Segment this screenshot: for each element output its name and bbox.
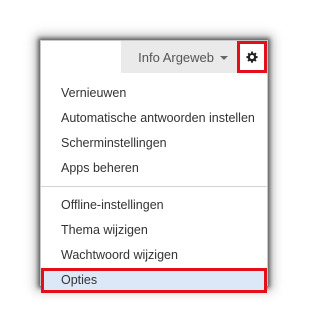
menu-item-apps-beheren[interactable]: Apps beheren — [41, 156, 267, 181]
gear-icon — [246, 51, 258, 63]
menu-item-vernieuwen[interactable]: Vernieuwen — [41, 81, 267, 106]
menu-item-automatische-antwoorden[interactable]: Automatische antwoorden instellen — [41, 106, 267, 131]
menu-divider — [41, 186, 267, 187]
screenshot-stage: Info Argeweb Vernieuwen Automatische ant… — [0, 0, 308, 327]
menu-item-offline-instellingen[interactable]: Offline-instellingen — [41, 193, 267, 218]
account-name: Info Argeweb — [138, 49, 214, 65]
menu-item-opties[interactable]: Opties — [41, 268, 267, 293]
menu-item-wachtwoord-wijzigen[interactable]: Wachtwoord wijzigen — [41, 243, 267, 268]
chevron-down-icon — [220, 56, 228, 60]
settings-dropdown-panel: Info Argeweb Vernieuwen Automatische ant… — [40, 40, 268, 293]
settings-gear-button[interactable] — [237, 41, 267, 73]
header-bar: Info Argeweb — [121, 41, 267, 73]
settings-menu: Vernieuwen Automatische antwoorden inste… — [41, 73, 267, 293]
account-menu-button[interactable]: Info Argeweb — [121, 41, 236, 73]
menu-item-scherminstellingen[interactable]: Scherminstellingen — [41, 131, 267, 156]
menu-item-thema-wijzigen[interactable]: Thema wijzigen — [41, 218, 267, 243]
